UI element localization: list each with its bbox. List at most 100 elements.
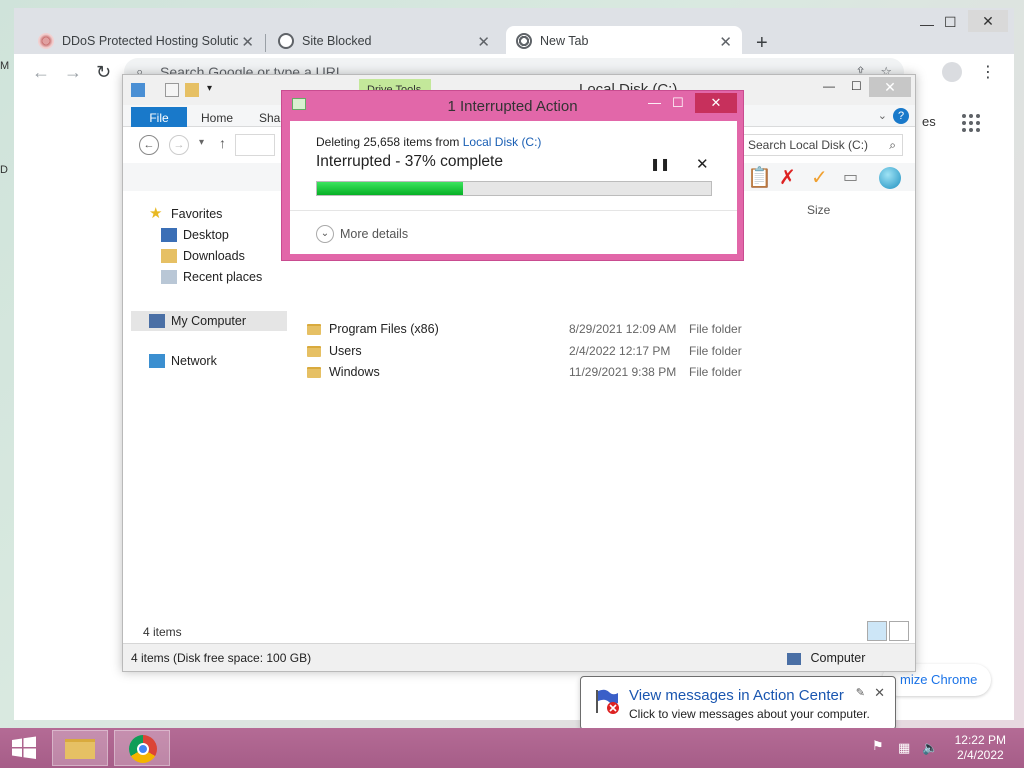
tab-site-blocked[interactable]: Site Blocked ✕ — [268, 26, 500, 56]
help-icon[interactable]: ? — [893, 108, 909, 124]
globe-icon — [278, 33, 294, 49]
volume-muted-icon[interactable]: 🔈 — [922, 740, 938, 756]
file-name: Program Files (x86) — [329, 322, 439, 336]
recent-places-icon — [161, 270, 177, 284]
new-folder-icon[interactable] — [185, 83, 199, 97]
file-name: Windows — [329, 365, 380, 379]
ddos-favicon-icon — [38, 33, 54, 49]
properties-icon[interactable] — [165, 83, 179, 97]
minimize-icon[interactable]: — — [648, 95, 661, 110]
maximize-icon[interactable]: ☐ — [672, 95, 684, 111]
details-view-icon[interactable] — [867, 621, 887, 641]
file-row[interactable]: Users 2/4/2022 12:17 PM File folder — [307, 341, 907, 361]
navigation-pane: ★ Favorites Desktop Downloads Recent pla… — [131, 205, 287, 625]
apps-grid-icon[interactable] — [962, 114, 980, 132]
search-input[interactable]: Search Local Disk (C:) ⌕ — [741, 134, 903, 156]
operation-prefix: Deleting 25,658 items from — [316, 135, 463, 149]
clock[interactable]: 12:22 PM 2/4/2022 — [955, 733, 1006, 763]
new-tab-icon[interactable]: + — [756, 32, 768, 55]
chrome-menu-icon[interactable]: ⋮ — [980, 62, 996, 82]
status-bar: 4 items (Disk free space: 100 GB) Comput… — [123, 643, 915, 671]
computer-icon — [787, 652, 801, 665]
pin-icon[interactable]: ✎ — [856, 686, 865, 699]
back-icon[interactable]: ← — [139, 135, 159, 155]
back-icon[interactable]: ← — [32, 62, 50, 83]
nav-downloads[interactable]: Downloads — [161, 249, 245, 263]
check-icon[interactable]: ✓ — [811, 165, 828, 190]
status-location: Computer — [787, 651, 865, 665]
balloon-title: View messages in Action Center — [629, 687, 844, 704]
minimize-icon[interactable]: — — [920, 16, 934, 32]
cancel-operation-button[interactable]: ✕ — [696, 155, 709, 173]
file-row[interactable]: Windows 11/29/2021 9:38 PM File folder — [307, 362, 907, 382]
large-icons-view-icon[interactable] — [889, 621, 909, 641]
file-name: Users — [329, 344, 362, 358]
delete-icon[interactable]: ✗ — [779, 165, 796, 190]
folder-icon — [307, 366, 321, 378]
file-date: 8/29/2021 12:09 AM — [569, 322, 677, 336]
nav-network[interactable]: Network — [149, 354, 217, 368]
forward-icon[interactable]: → — [64, 62, 82, 83]
paste-icon[interactable]: 📋 — [747, 165, 772, 190]
header-link-fragment[interactable]: es — [922, 114, 936, 129]
start-button[interactable] — [10, 736, 38, 760]
action-center-balloon[interactable]: View messages in Action Center Click to … — [580, 676, 896, 739]
nav-label: Favorites — [171, 207, 223, 221]
taskbar-explorer-button[interactable] — [52, 730, 108, 766]
rename-icon[interactable]: ▭ — [843, 167, 858, 187]
minimize-icon[interactable]: — — [823, 79, 835, 93]
clock-date: 2/4/2022 — [956, 748, 1004, 762]
maximize-icon[interactable]: ☐ — [944, 14, 957, 31]
file-row[interactable]: Program Files (x86) 8/29/2021 12:09 AM F… — [307, 319, 907, 339]
recent-locations-icon[interactable]: ▾ — [199, 137, 204, 148]
taskbar: ⚑ ▦ 🔈 12:22 PM 2/4/2022 — [0, 728, 1024, 768]
close-tab-icon[interactable]: ✕ — [477, 33, 490, 51]
profile-avatar-icon[interactable] — [942, 62, 962, 82]
close-dialog-icon[interactable]: ✕ — [695, 93, 737, 113]
close-balloon-icon[interactable]: ✕ — [874, 685, 885, 701]
computer-icon — [149, 314, 165, 328]
action-center-tray-icon[interactable]: ⚑ — [872, 738, 884, 754]
file-type: File folder — [689, 322, 742, 336]
nav-my-computer[interactable]: My Computer — [131, 311, 287, 331]
forward-icon[interactable]: → — [169, 135, 189, 155]
clock-time: 12:22 PM — [954, 733, 1006, 747]
expand-ribbon-icon[interactable]: ⌄ — [878, 109, 887, 122]
chrome-favicon-icon — [516, 33, 532, 49]
tab-new-tab[interactable]: New Tab ✕ — [506, 26, 742, 56]
qat-dropdown-icon[interactable]: ▾ — [207, 83, 221, 97]
tab-divider — [265, 34, 266, 52]
reload-icon[interactable]: ↻ — [96, 62, 111, 83]
file-type: File folder — [689, 365, 742, 379]
nav-desktop[interactable]: Desktop — [161, 228, 229, 242]
source-link[interactable]: Local Disk (C:) — [463, 135, 542, 149]
nav-recent-places[interactable]: Recent places — [161, 270, 262, 284]
downloads-icon — [161, 249, 177, 263]
nav-favorites[interactable]: ★ Favorites — [149, 206, 223, 221]
taskbar-chrome-button[interactable] — [114, 730, 170, 766]
column-header-size[interactable]: Size — [807, 203, 830, 217]
tab-ddos[interactable]: DDoS Protected Hosting Solution ✕ — [28, 26, 264, 56]
interrupted-action-dialog: 1 Interrupted Action — ☐ ✕ Deleting 25,6… — [281, 90, 744, 261]
tab-label: Site Blocked — [302, 34, 372, 48]
desktop-fragment: M — [0, 60, 10, 72]
nav-label: Network — [171, 354, 217, 368]
close-tab-icon[interactable]: ✕ — [241, 33, 254, 51]
operation-description: Deleting 25,658 items from Local Disk (C… — [316, 135, 541, 149]
close-window-icon[interactable]: ✕ — [968, 10, 1008, 32]
address-field[interactable] — [235, 134, 275, 156]
network-globe-icon[interactable] — [879, 167, 901, 189]
progress-bar — [316, 181, 712, 196]
tab-home[interactable]: Home — [201, 111, 233, 125]
file-date: 11/29/2021 9:38 PM — [569, 365, 677, 379]
tab-file[interactable]: File — [131, 107, 187, 129]
pause-button[interactable]: ❚❚ — [650, 157, 670, 171]
close-tab-icon[interactable]: ✕ — [719, 33, 732, 51]
close-window-icon[interactable]: ✕ — [869, 77, 911, 97]
network-tray-icon[interactable]: ▦ — [898, 740, 910, 756]
maximize-icon[interactable]: ☐ — [851, 79, 862, 93]
nav-label: My Computer — [171, 314, 247, 328]
up-icon[interactable]: ↑ — [219, 135, 226, 151]
more-details-toggle[interactable]: ⌄ More details — [316, 225, 408, 243]
customize-label: mize Chrome — [900, 672, 978, 687]
